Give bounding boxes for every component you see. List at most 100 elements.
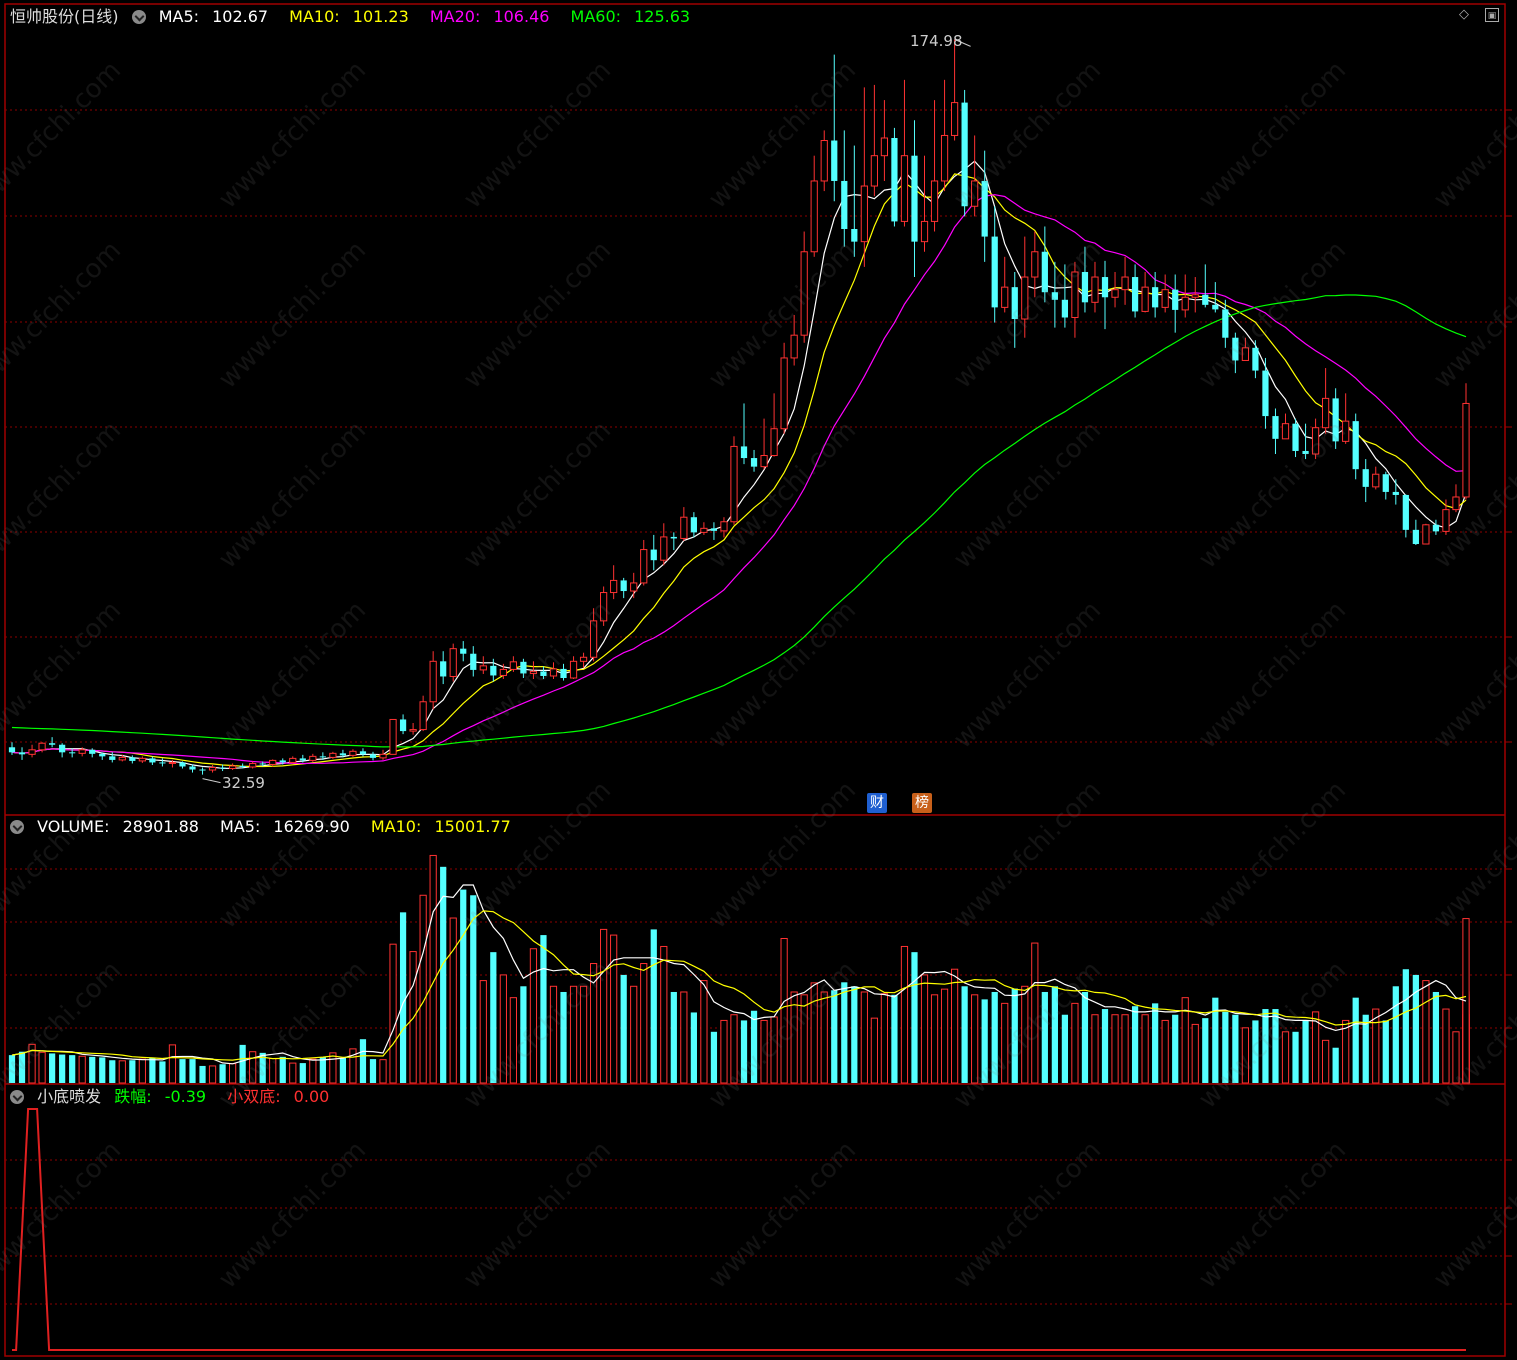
candle-body <box>389 718 397 755</box>
settings-icon[interactable] <box>10 820 24 834</box>
volume-bar <box>1091 1014 1099 1084</box>
candle <box>1101 260 1109 330</box>
candle-body <box>940 134 949 182</box>
candle-body <box>961 102 968 207</box>
candle-body <box>1392 491 1399 495</box>
candle <box>981 150 988 262</box>
candle-body <box>520 661 527 674</box>
candle-body <box>1422 524 1430 545</box>
candle-body <box>1141 286 1149 312</box>
candle-body <box>1232 337 1239 361</box>
candle <box>1011 271 1018 348</box>
volume-bar <box>168 1044 177 1084</box>
volume-bar <box>750 1010 758 1083</box>
volume-bar <box>891 994 898 1083</box>
volume-panel[interactable] <box>8 854 1470 1084</box>
candle-body <box>911 155 918 242</box>
volume-bar <box>1362 1014 1369 1083</box>
candle <box>851 145 858 257</box>
volume-bar <box>971 994 979 1084</box>
volume-bar <box>620 974 627 1083</box>
candle-body <box>1101 277 1109 298</box>
candle <box>880 100 889 181</box>
low-marker <box>202 778 221 784</box>
candle <box>560 663 567 681</box>
candle-body <box>289 757 297 763</box>
volume-bar <box>1302 1020 1309 1083</box>
candle <box>509 656 517 672</box>
candle-body <box>1161 289 1169 308</box>
volume-bar <box>961 986 968 1083</box>
candle-body <box>1081 271 1089 303</box>
volume-bar <box>228 1063 237 1084</box>
candle-body <box>529 670 538 674</box>
candle <box>1311 418 1320 460</box>
volume-bar <box>1081 991 1089 1083</box>
candle <box>1181 274 1189 318</box>
volume-value-legend: VOLUME: 28901.88 <box>37 817 199 836</box>
candle-body <box>59 744 66 753</box>
candle-body <box>760 455 768 468</box>
volume-bar <box>1172 1014 1179 1083</box>
candle <box>1402 494 1409 538</box>
volume-bar <box>299 1063 306 1083</box>
candle-body <box>269 759 277 765</box>
candle <box>1281 413 1290 440</box>
chart-canvas[interactable] <box>0 0 1517 1360</box>
candle <box>1332 388 1339 449</box>
candle <box>700 522 708 535</box>
volume-bar <box>841 982 848 1083</box>
ranking-badge[interactable]: 榜 <box>912 793 932 813</box>
volume-bar <box>1161 1019 1169 1084</box>
volume-bar <box>810 982 818 1084</box>
candle <box>309 753 317 762</box>
candle <box>1121 256 1129 305</box>
price-panel[interactable] <box>8 38 1470 784</box>
volume-bar <box>1051 986 1058 1083</box>
candle-body <box>1051 292 1058 300</box>
candle <box>1262 357 1269 429</box>
candle-body <box>449 648 457 677</box>
candle <box>650 534 657 571</box>
candle <box>520 658 527 678</box>
volume-bar <box>930 994 939 1084</box>
volume-bar <box>309 1058 317 1084</box>
volume-bar <box>1101 1009 1109 1083</box>
candle <box>1252 340 1259 379</box>
candle-body <box>610 579 618 594</box>
candle-body <box>349 750 357 756</box>
volume-bar <box>389 943 397 1084</box>
volume-bar <box>720 1019 728 1084</box>
candle-body <box>399 719 407 732</box>
volume-bar <box>219 1064 226 1083</box>
volume-bar <box>770 1016 778 1084</box>
volume-bar <box>870 1017 878 1084</box>
volume-bar <box>279 1056 286 1083</box>
candle <box>1111 271 1119 308</box>
candle-body <box>1181 296 1189 311</box>
candle-body <box>1342 420 1350 442</box>
candle-body <box>600 592 608 622</box>
candle-body <box>630 582 638 592</box>
indicator-panel[interactable] <box>12 1108 1466 1351</box>
diamond-icon[interactable]: ◇ <box>1457 8 1471 22</box>
volume-bar <box>249 1051 257 1084</box>
candle-body <box>870 155 878 187</box>
settings-icon[interactable] <box>131 10 146 24</box>
volume-bar <box>1241 1027 1250 1084</box>
maximize-icon[interactable]: ▣ <box>1485 8 1499 22</box>
volume-bar <box>600 928 608 1084</box>
candle-body <box>1091 276 1099 303</box>
candle <box>1422 523 1430 545</box>
candle <box>610 565 618 600</box>
volume-bar <box>1382 1020 1389 1083</box>
candle-body <box>880 137 889 157</box>
candle-body <box>730 445 738 523</box>
candle-body <box>38 742 46 751</box>
ma60-legend: MA60: 125.63 <box>570 7 691 26</box>
indicator-legend: 小底喷发 跌幅: -0.39 小双底: 0.00 <box>10 1086 345 1108</box>
finance-badge[interactable]: 财 <box>867 793 887 813</box>
candle-body <box>1412 529 1419 545</box>
settings-icon[interactable] <box>10 1090 24 1104</box>
volume-bar <box>1332 1047 1339 1083</box>
